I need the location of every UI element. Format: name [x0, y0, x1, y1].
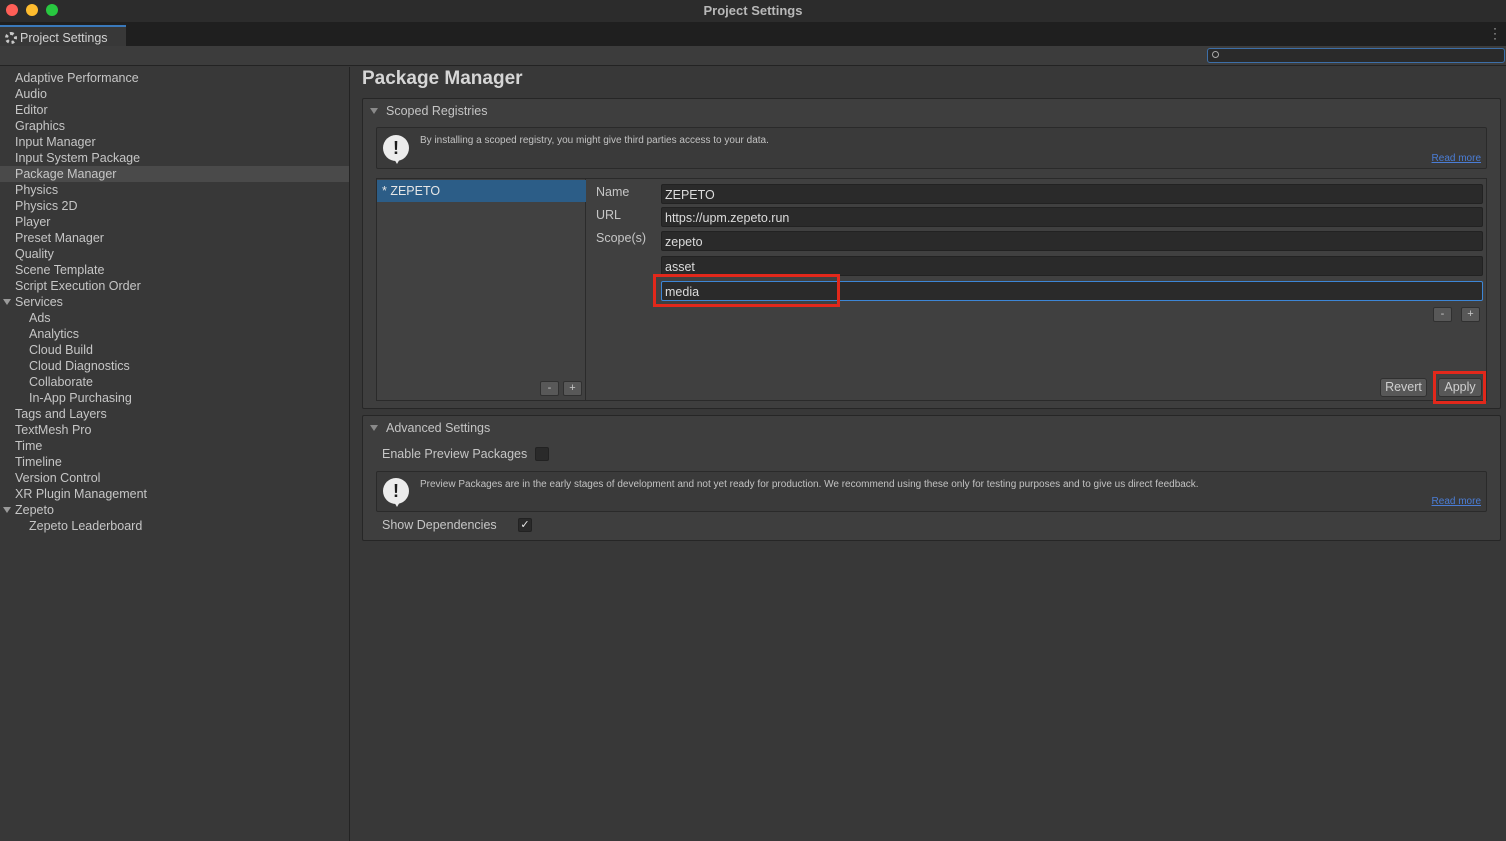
sidebar-item-xr-plugin-management[interactable]: XR Plugin Management [0, 486, 349, 502]
sidebar-item-scene-template[interactable]: Scene Template [0, 262, 349, 278]
chevron-down-icon[interactable] [3, 507, 11, 513]
search-icon [1212, 51, 1219, 58]
sidebar-item-zepeto-leaderboard[interactable]: Zepeto Leaderboard [0, 518, 349, 534]
sidebar-item-package-manager[interactable]: Package Manager [0, 166, 349, 182]
remove-registry-button[interactable]: - [540, 381, 559, 396]
sidebar-item-time[interactable]: Time [0, 438, 349, 454]
toolbar [0, 46, 1506, 66]
revert-button[interactable]: Revert [1380, 378, 1427, 397]
highlight-box-scope [653, 274, 840, 307]
search-input[interactable] [1207, 48, 1505, 63]
title-bar: Project Settings [0, 0, 1506, 22]
scope-field[interactable]: zepeto [661, 231, 1483, 251]
sidebar-item-physics[interactable]: Physics [0, 182, 349, 198]
highlight-box-apply [1433, 371, 1486, 404]
registry-list-item-zepeto[interactable]: * ZEPETO [377, 180, 586, 202]
chevron-down-icon[interactable] [3, 299, 11, 305]
enable-preview-packages-label: Enable Preview Packages [382, 447, 528, 461]
advanced-settings-section: Advanced Settings Enable Preview Package… [362, 415, 1501, 541]
read-more-link[interactable]: Read more [1432, 496, 1481, 507]
sidebar-item-cloud-build[interactable]: Cloud Build [0, 342, 349, 358]
registry-list: * ZEPETO - + [377, 179, 586, 400]
sidebar-item-editor[interactable]: Editor [0, 102, 349, 118]
more-options-icon[interactable]: · · · [1493, 22, 1497, 44]
sidebar-item-player[interactable]: Player [0, 214, 349, 230]
add-registry-button[interactable]: + [563, 381, 582, 396]
sidebar-item-version-control[interactable]: Version Control [0, 470, 349, 486]
sidebar-item-input-manager[interactable]: Input Manager [0, 134, 349, 150]
tab-label: Project Settings [20, 30, 108, 45]
url-label: URL [596, 208, 622, 222]
sidebar-item-services[interactable]: Services [0, 294, 349, 310]
section-title: Scoped Registries [386, 104, 488, 118]
sidebar-item-label: Services [15, 295, 63, 309]
sidebar-item-graphics[interactable]: Graphics [0, 118, 349, 134]
scoped-registries-section: Scoped Registries ! By installing a scop… [362, 98, 1501, 409]
sidebar-item-adaptive-performance[interactable]: Adaptive Performance [0, 70, 349, 86]
sidebar-item-in-app-purchasing[interactable]: In-App Purchasing [0, 390, 349, 406]
gear-icon [5, 31, 17, 44]
sidebar-item-audio[interactable]: Audio [0, 86, 349, 102]
sidebar-item-quality[interactable]: Quality [0, 246, 349, 262]
url-field[interactable]: https://upm.zepeto.run [661, 207, 1483, 227]
sidebar-item-preset-manager[interactable]: Preset Manager [0, 230, 349, 246]
scopes-label: Scope(s) [596, 231, 647, 245]
sidebar-item-ads[interactable]: Ads [0, 310, 349, 326]
settings-sidebar: Adaptive Performance Audio Editor Graphi… [0, 67, 350, 841]
warning-icon: ! [383, 478, 409, 507]
read-more-link[interactable]: Read more [1432, 153, 1481, 164]
name-label: Name [596, 185, 630, 199]
remove-scope-button[interactable]: - [1433, 307, 1452, 322]
preview-packages-info-box: ! Preview Packages are in the early stag… [376, 471, 1487, 512]
sidebar-item-cloud-diagnostics[interactable]: Cloud Diagnostics [0, 358, 349, 374]
window-title: Project Settings [703, 3, 803, 18]
foldout-arrow-icon [370, 108, 378, 114]
settings-content: Package Manager Scoped Registries ! By i… [351, 67, 1506, 841]
foldout-arrow-icon [370, 425, 378, 431]
show-dependencies-checkbox[interactable]: ✓ [518, 518, 532, 532]
section-title: Advanced Settings [386, 421, 491, 435]
advanced-settings-foldout[interactable]: Advanced Settings [368, 420, 490, 436]
sidebar-item-script-execution-order[interactable]: Script Execution Order [0, 278, 349, 294]
info-text: Preview Packages are in the early stages… [420, 479, 1199, 490]
sidebar-item-zepeto[interactable]: Zepeto [0, 502, 349, 518]
tab-project-settings[interactable]: Project Settings [0, 25, 126, 46]
warning-text: By installing a scoped registry, you mig… [420, 135, 769, 146]
name-field[interactable]: ZEPETO [661, 184, 1483, 204]
scope-field[interactable]: asset [661, 256, 1483, 276]
page-title: Package Manager [362, 68, 523, 89]
add-scope-button[interactable]: + [1461, 307, 1480, 322]
scoped-registry-warning-box: ! By installing a scoped registry, you m… [376, 127, 1487, 169]
sidebar-item-timeline[interactable]: Timeline [0, 454, 349, 470]
sidebar-item-physics-2d[interactable]: Physics 2D [0, 198, 349, 214]
sidebar-item-input-system-package[interactable]: Input System Package [0, 150, 349, 166]
sidebar-item-collaborate[interactable]: Collaborate [0, 374, 349, 390]
sidebar-item-textmesh-pro[interactable]: TextMesh Pro [0, 422, 349, 438]
sidebar-item-tags-and-layers[interactable]: Tags and Layers [0, 406, 349, 422]
sidebar-item-analytics[interactable]: Analytics [0, 326, 349, 342]
scoped-registries-foldout[interactable]: Scoped Registries [368, 103, 487, 119]
sidebar-item-label: Zepeto [15, 503, 54, 517]
show-dependencies-label: Show Dependencies [382, 518, 497, 532]
enable-preview-packages-checkbox[interactable] [535, 447, 549, 461]
tab-bar: Project Settings · · · [0, 22, 1506, 46]
warning-icon: ! [383, 135, 409, 164]
registry-editor: * ZEPETO - + Name URL Scope(s) ZEPETO ht… [376, 178, 1487, 404]
